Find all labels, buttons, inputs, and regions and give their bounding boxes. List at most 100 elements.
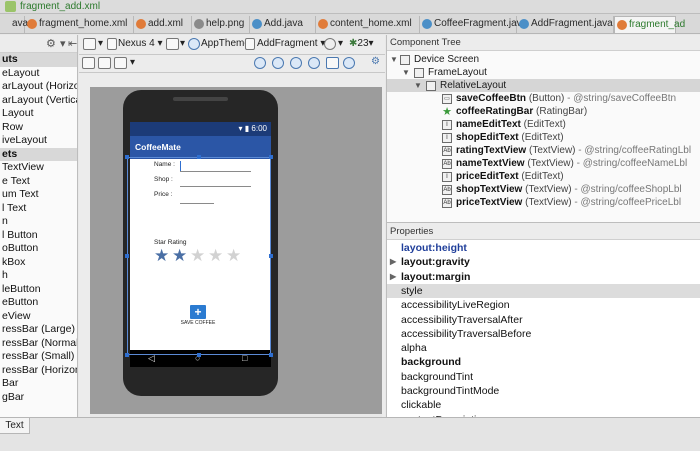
editor-tab[interactable]: AddFragment.java — [517, 16, 614, 33]
property-row[interactable]: clickable — [387, 398, 700, 412]
property-row[interactable]: accessibilityLiveRegion — [387, 298, 700, 312]
property-row[interactable]: ▶ layout:margin — [387, 270, 700, 284]
resize-handle[interactable] — [269, 155, 273, 159]
theme-selector[interactable]: AppTheme — [201, 38, 250, 49]
tree-relative-layout[interactable]: ▼ RelativeLayout — [387, 79, 700, 92]
palette-item[interactable]: Row — [0, 121, 77, 135]
tree-item[interactable]: Ab ratingTextView (TextView) - @string/co… — [387, 144, 700, 157]
editor-tab[interactable]: content_home.xml — [316, 16, 420, 33]
tree-item[interactable]: Ab nameTextView (TextView) - @string/coff… — [387, 157, 700, 170]
tree-item[interactable]: InameEditText (EditText) — [387, 118, 700, 131]
palette-item[interactable]: l Text — [0, 202, 77, 216]
property-name: accessibilityTraversalAfter — [401, 313, 523, 326]
chevron-down-icon[interactable]: ▾ — [98, 38, 103, 49]
property-row[interactable]: backgroundTint — [387, 370, 700, 384]
resize-handle[interactable] — [269, 254, 273, 258]
expand-arrow-icon[interactable]: ▶ — [390, 255, 396, 269]
tree-item[interactable]: IshopEditText (EditText) — [387, 131, 700, 144]
screenshot-icon[interactable] — [326, 57, 339, 69]
orientation-icon[interactable] — [166, 38, 179, 50]
property-row[interactable]: ▶ layout:gravity — [387, 255, 700, 269]
editor-tab[interactable]: ava — [0, 16, 28, 33]
resize-icon[interactable] — [82, 57, 95, 69]
palette-item[interactable]: leButton — [0, 283, 77, 297]
tab-label: AddFragment.java — [531, 18, 613, 29]
expand-arrow-icon[interactable]: ▼ — [390, 53, 398, 66]
layout-options-icon[interactable] — [114, 57, 127, 69]
editor-tab[interactable]: fragment_ad — [614, 16, 685, 33]
editor-tab[interactable]: Add.java — [250, 16, 316, 33]
property-row[interactable]: background — [387, 355, 700, 369]
palette-group[interactable]: ets — [0, 147, 77, 161]
palette-item[interactable]: ressBar (Large) — [0, 323, 77, 337]
palette-item[interactable]: h — [0, 269, 77, 283]
resize-handle[interactable] — [197, 155, 201, 159]
palette-item[interactable]: ressBar (Horizontal) — [0, 364, 77, 378]
theme-icon — [188, 38, 200, 50]
device-selector[interactable]: Nexus 4 ▾ — [118, 38, 163, 49]
resize-handle[interactable] — [197, 353, 201, 357]
expand-arrow-icon[interactable]: ▼ — [414, 79, 422, 92]
tree-item[interactable]: ★ coffeeRatingBar (RatingBar) — [387, 105, 700, 118]
property-row[interactable]: layout:height — [387, 241, 700, 255]
property-row[interactable]: accessibilityTraversalBefore — [387, 327, 700, 341]
property-row[interactable]: backgroundTintMode — [387, 384, 700, 398]
palette-item[interactable]: arLayout (Vertical) — [0, 94, 77, 108]
chevron-down-icon[interactable]: ▾ — [130, 57, 135, 68]
api-level-selector[interactable]: ✱23▾ — [349, 38, 374, 49]
editor-tab[interactable]: add.xml — [134, 16, 192, 33]
palette-item[interactable]: iveLayout — [0, 134, 77, 148]
palette-group[interactable]: uts — [0, 53, 77, 67]
palette-item[interactable]: ressBar (Small) — [0, 350, 77, 364]
tree-item[interactable]: Ab priceTextView (TextView) - @string/cof… — [387, 196, 700, 209]
resize-handle[interactable] — [269, 353, 273, 357]
property-row[interactable]: style — [387, 283, 700, 299]
palette-item[interactable]: TextView — [0, 161, 77, 175]
zoom-fit-icon[interactable] — [254, 57, 266, 69]
text-tab[interactable]: Text — [0, 418, 30, 434]
chevron-down-icon[interactable]: ▾ — [180, 38, 185, 49]
resize-vertical-icon[interactable] — [98, 57, 111, 69]
gear-icon[interactable]: ⚙ — [371, 56, 380, 67]
tree-item[interactable]: IpriceEditText (EditText) — [387, 170, 700, 183]
palette-item[interactable]: um Text — [0, 188, 77, 202]
palette-item[interactable]: eView — [0, 310, 77, 324]
tree-item[interactable]: Ab shopTextView (TextView) - @string/coff… — [387, 183, 700, 196]
palette-item[interactable]: gBar — [0, 391, 77, 405]
activity-selector[interactable]: AddFragment ▾ — [257, 38, 325, 49]
zoom-actual-icon[interactable] — [272, 57, 284, 69]
property-row[interactable]: accessibilityTraversalAfter — [387, 313, 700, 327]
tree-item[interactable]: ▭ saveCoffeeBtn (Button) - @string/saveCo… — [387, 92, 700, 105]
tree-device-screen[interactable]: ▼ Device Screen — [387, 53, 700, 66]
resize-handle[interactable] — [125, 155, 129, 159]
locale-icon[interactable] — [324, 38, 336, 50]
editor-tab[interactable]: CoffeeFragment.java — [420, 16, 527, 33]
refresh-icon[interactable] — [343, 57, 355, 69]
expand-arrow-icon[interactable]: ▼ — [402, 66, 410, 79]
palette-item[interactable]: eLayout — [0, 67, 77, 81]
palette-item[interactable]: Layout — [0, 107, 77, 121]
editor-tab[interactable]: fragment_home.xml — [25, 16, 134, 33]
palette-item[interactable]: kBox — [0, 256, 77, 270]
palette-item[interactable]: n — [0, 215, 77, 229]
collapse-icon[interactable]: ⇤ — [68, 37, 77, 50]
zoom-out-icon[interactable] — [308, 57, 320, 69]
palette-item[interactable]: e Text — [0, 175, 77, 189]
palette-item[interactable]: oButton — [0, 242, 77, 256]
resize-handle[interactable] — [125, 353, 129, 357]
palette-item[interactable]: l Button — [0, 229, 77, 243]
chevron-down-icon[interactable]: ▾ — [60, 37, 66, 50]
gear-icon[interactable]: ⚙ — [46, 37, 56, 50]
editor-tab[interactable]: help.png — [192, 16, 250, 33]
palette-item[interactable]: Bar — [0, 377, 77, 391]
chevron-down-icon[interactable]: ▾ — [338, 38, 343, 49]
resize-handle[interactable] — [125, 254, 129, 258]
palette-item[interactable]: eButton — [0, 296, 77, 310]
layout-file-icon[interactable] — [83, 38, 96, 50]
tree-frame-layout[interactable]: ▼ FrameLayout — [387, 66, 700, 79]
palette-item[interactable]: arLayout (Horizontal) — [0, 80, 77, 94]
palette-item[interactable]: ressBar (Normal) — [0, 337, 77, 351]
expand-arrow-icon[interactable]: ▶ — [390, 270, 396, 284]
zoom-in-icon[interactable] — [290, 57, 302, 69]
property-row[interactable]: alpha — [387, 341, 700, 355]
